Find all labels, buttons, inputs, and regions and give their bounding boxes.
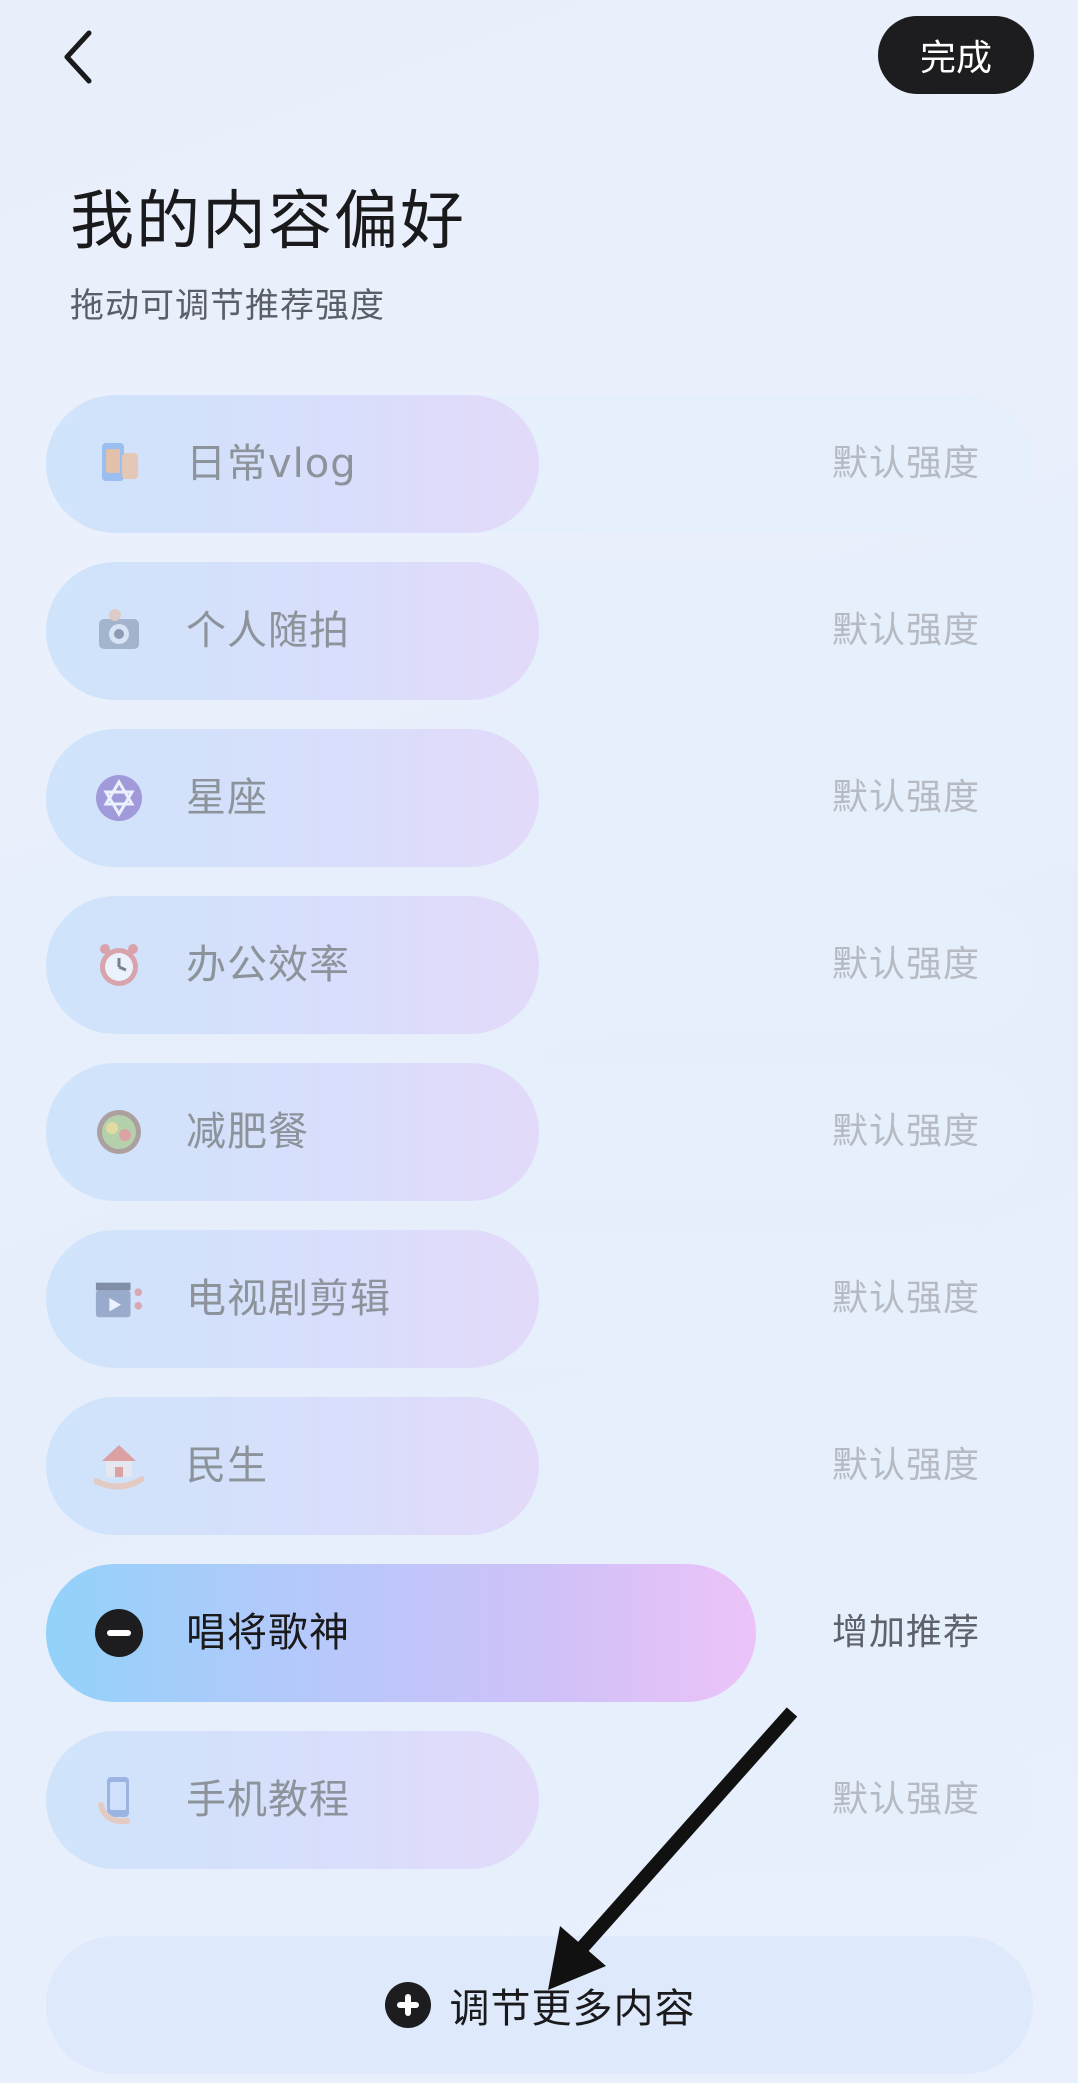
strength-text: 默认强度 (831, 1779, 980, 1820)
strength-text: 默认强度 (831, 1445, 980, 1486)
strength-text: 默认强度 (831, 1278, 980, 1319)
adjust-more-label: 调节更多内容 (449, 1986, 696, 2032)
preference-label: 民生 (186, 1443, 268, 1489)
preference-label: 电视剧剪辑 (186, 1276, 391, 1322)
camera-icon (94, 606, 144, 656)
chevron-left-icon (64, 30, 92, 84)
strength-text: 默认强度 (831, 777, 980, 818)
strength-text: 默认强度 (831, 1111, 980, 1152)
adjust-more-button[interactable]: 调节更多内容 (46, 1936, 1033, 2074)
preference-row-horoscope[interactable]: 星座 默认强度 (46, 729, 1033, 867)
done-button[interactable]: 完成 (878, 16, 1034, 94)
strength-text: 增加推荐 (831, 1612, 980, 1653)
back-button[interactable] (44, 22, 114, 92)
alarm-clock-icon (94, 940, 144, 990)
preference-label: 唱将歌神 (186, 1610, 350, 1656)
preference-row-office[interactable]: 办公效率 默认强度 (46, 896, 1033, 1034)
preference-label: 星座 (186, 775, 268, 821)
page-title: 我的内容偏好 (70, 185, 466, 259)
star-of-david-icon (94, 773, 144, 823)
phone-hand-icon (94, 1775, 144, 1825)
preference-label: 手机教程 (186, 1777, 350, 1823)
preference-label: 日常vlog (186, 441, 357, 487)
preference-row-livelihood[interactable]: 民生 默认强度 (46, 1397, 1033, 1535)
page-subtitle: 拖动可调节推荐强度 (70, 286, 385, 326)
clapperboard-icon (94, 1274, 144, 1324)
strength-text: 默认强度 (831, 944, 980, 985)
salad-bowl-icon (94, 1107, 144, 1157)
strength-text: 默认强度 (831, 443, 980, 484)
house-hand-icon (94, 1441, 144, 1491)
minus-circle-icon[interactable] (94, 1608, 144, 1658)
preference-label: 减肥餐 (186, 1109, 309, 1155)
phone-vlog-icon (94, 439, 144, 489)
preference-label: 个人随拍 (186, 608, 350, 654)
preference-row-singing[interactable]: 唱将歌神 增加推荐 (46, 1564, 1033, 1702)
preference-row-tv-clips[interactable]: 电视剧剪辑 默认强度 (46, 1230, 1033, 1368)
preference-row-personal-photos[interactable]: 个人随拍 默认强度 (46, 562, 1033, 700)
preference-row-phone-tutorial[interactable]: 手机教程 默认强度 (46, 1731, 1033, 1869)
preference-row-vlog[interactable]: 日常vlog 默认强度 (46, 395, 1033, 533)
strength-text: 默认强度 (831, 610, 980, 651)
plus-circle-icon (384, 1982, 431, 2028)
strength-slider-handle[interactable] (46, 1564, 756, 1702)
preference-label: 办公效率 (186, 942, 350, 988)
preference-row-diet-meal[interactable]: 减肥餐 默认强度 (46, 1063, 1033, 1201)
